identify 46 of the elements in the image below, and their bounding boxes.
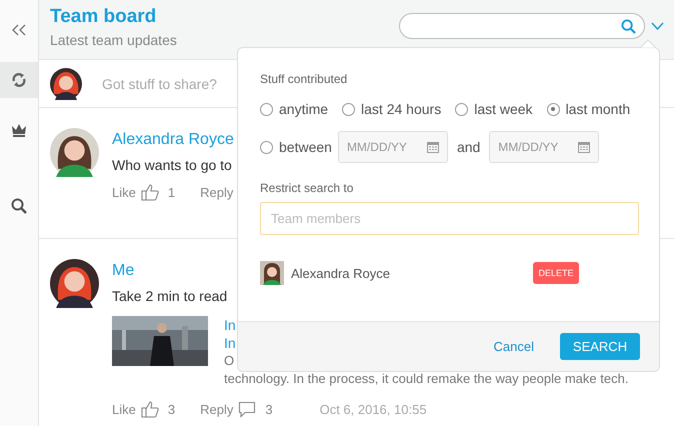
members-field[interactable]: Team members	[260, 202, 639, 235]
search-icon	[11, 198, 27, 214]
date-field[interactable]: MM/DD/YY	[338, 131, 448, 163]
post-text: Take 2 min to read	[112, 288, 228, 304]
chevron-down-icon[interactable]	[651, 22, 664, 30]
search-field[interactable]	[399, 13, 645, 39]
cancel-link[interactable]: Cancel	[494, 339, 534, 354]
like-count: 1	[168, 184, 176, 200]
and-label: and	[456, 139, 480, 155]
period-radio[interactable]: last week	[455, 101, 533, 117]
search-icon	[621, 18, 636, 34]
like-link[interactable]: Like	[112, 184, 136, 200]
crown-icon	[11, 123, 27, 137]
page-subtitle: Latest team updates	[50, 32, 178, 48]
reply-count: 3	[265, 402, 273, 416]
double-chevron-icon	[12, 24, 26, 36]
page-title: Team board	[50, 6, 158, 28]
sidebar-item[interactable]	[0, 62, 38, 98]
calendar-icon[interactable]	[578, 141, 590, 153]
author-link[interactable]: Alexandra Royce	[112, 131, 234, 149]
section-label: Stuff contributed	[260, 72, 348, 86]
period-radio[interactable]: anytime	[260, 101, 328, 117]
article-link[interactable]: In	[224, 317, 236, 333]
period-radio[interactable]: last month	[546, 101, 630, 117]
calendar-icon[interactable]	[426, 141, 439, 153]
article-link[interactable]: In	[224, 335, 236, 351]
date-field[interactable]: MM/DD/YY	[489, 131, 600, 163]
thumbs-up-icon[interactable]	[140, 183, 159, 201]
composer-field[interactable]: Got stuff to share?	[102, 76, 217, 92]
between-radio[interactable]: between	[260, 139, 332, 155]
period-radio[interactable]: last 24 hours	[342, 101, 442, 117]
reply-link[interactable]: Reply	[200, 402, 234, 416]
delete-button[interactable]: DELETE	[533, 262, 579, 284]
search-button[interactable]: SEARCH	[560, 333, 640, 360]
like-link[interactable]: Like	[112, 402, 136, 416]
speech-bubble-icon[interactable]	[238, 400, 256, 418]
like-count: 3	[168, 402, 176, 416]
refresh-icon	[11, 72, 27, 88]
reply-link[interactable]: Reply	[200, 184, 234, 200]
post-text: Who wants to go to	[112, 157, 233, 173]
article-excerpt: technology. In the process, it could remake the way people make tech.	[224, 371, 628, 386]
member-name: Alexandra Royce	[291, 266, 391, 280]
article-excerpt: O	[224, 353, 234, 368]
section-label: Restrict search to	[260, 181, 354, 195]
post-date: Oct 6, 2016, 10:55	[320, 402, 427, 416]
thumbs-up-icon[interactable]	[140, 400, 159, 418]
